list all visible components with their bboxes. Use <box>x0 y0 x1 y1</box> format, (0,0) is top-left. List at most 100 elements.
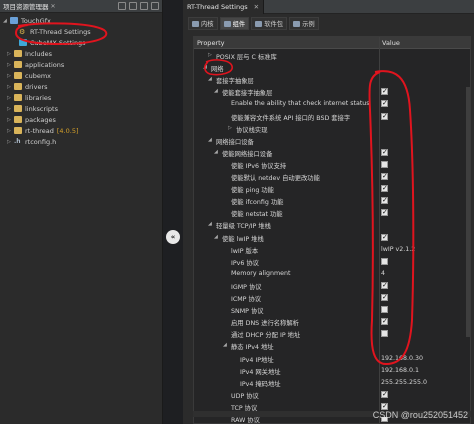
property-value[interactable]: 192.168.0.30 <box>381 355 423 362</box>
table-row[interactable]: IGMP 协议 <box>194 280 470 292</box>
collapse-arrow-icon[interactable]: ◢ <box>208 137 212 143</box>
collapse-all-icon[interactable] <box>118 2 126 10</box>
subtab-examples[interactable]: 示例 <box>289 17 319 30</box>
property-checkbox[interactable] <box>381 306 388 314</box>
table-row[interactable]: 使能默认 netdev 自动更改功能 <box>194 171 470 183</box>
expand-arrow-icon[interactable]: ▷ <box>7 128 14 134</box>
table-row[interactable]: ◢ 使能 lwIP 堆栈 <box>194 232 470 244</box>
table-row[interactable]: 使能兼容文件系统 API 接口的 BSD 套接字 <box>194 111 470 123</box>
property-checkbox[interactable] <box>381 317 388 326</box>
table-row[interactable]: Enable the ability that check internet s… <box>194 98 470 110</box>
expand-arrow-icon[interactable]: ▷ <box>208 52 212 58</box>
close-icon[interactable]: ✕ <box>254 3 259 11</box>
property-checkbox[interactable] <box>381 172 388 180</box>
tree-item-includes[interactable]: ▷ Includes <box>7 48 52 59</box>
tree-item-packages[interactable]: ▷ packages <box>7 114 56 125</box>
tree-item-linkscripts[interactable]: ▷ linkscripts <box>7 103 58 114</box>
table-row[interactable]: ◢ 套接字抽象层 <box>194 74 470 86</box>
table-row[interactable]: ◢ 静态 IPv4 地址 <box>194 340 470 352</box>
collapse-arrow-icon[interactable]: ◢ <box>208 221 212 227</box>
tab-rt-thread-settings[interactable]: RT-Thread Settings ✕ <box>183 0 265 14</box>
tree-item-drivers[interactable]: ▷ drivers <box>7 81 48 92</box>
table-row[interactable]: ◢ 使能网络接口设备 <box>194 147 470 159</box>
table-row[interactable]: ◢ 轻量级 TCP/IP 堆栈 <box>194 219 470 231</box>
tree-item-cubemx-settings[interactable]: CubeMX Settings <box>12 37 86 48</box>
minimize-icon[interactable] <box>151 2 159 10</box>
table-row[interactable]: 使能 ping 功能 <box>194 183 470 195</box>
table-row[interactable]: ICMP 协议 <box>194 292 470 304</box>
property-checkbox[interactable] <box>381 160 388 168</box>
property-checkbox[interactable] <box>381 293 388 301</box>
table-row[interactable]: IPv6 协议 <box>194 256 470 268</box>
table-row[interactable]: IPv4 掩码地址 255.255.255.0 <box>194 377 470 389</box>
property-checkbox[interactable] <box>381 87 388 96</box>
property-value[interactable]: 255.255.255.0 <box>381 379 427 386</box>
table-row[interactable]: ▷ POSIX 层与 C 标准库 <box>194 50 470 62</box>
expand-arrow-icon[interactable]: ▷ <box>7 51 14 57</box>
view-menu-icon[interactable] <box>140 2 148 10</box>
property-checkbox[interactable] <box>381 208 388 217</box>
table-row[interactable]: lwIP 版本 lwIP v2.1.2 <box>194 244 470 256</box>
expand-arrow-icon[interactable]: ▷ <box>7 95 14 101</box>
collapse-arrow-icon[interactable]: ◢ <box>214 149 218 155</box>
expand-arrow-icon[interactable]: ▷ <box>7 62 14 68</box>
table-row[interactable]: 使能 netstat 功能 <box>194 207 470 219</box>
project-node-touchgfx[interactable]: ◢ TouchGfx <box>3 15 51 26</box>
expand-arrow-icon[interactable]: ▷ <box>7 139 14 145</box>
table-row[interactable]: SNMP 协议 <box>194 304 470 316</box>
property-checkbox[interactable] <box>381 233 388 241</box>
table-row[interactable]: 使能 ifconfig 功能 <box>194 195 470 207</box>
property-checkbox[interactable] <box>381 330 388 338</box>
collapse-arrow-icon[interactable]: ◢ <box>203 64 207 70</box>
expand-arrow-icon[interactable]: ◢ <box>3 18 10 24</box>
link-editor-icon[interactable] <box>129 2 137 10</box>
table-row[interactable]: ◢ 网络接口设备 <box>194 135 470 147</box>
table-row[interactable]: 启用 DNS 进行名称解析 <box>194 316 470 328</box>
collapse-arrow-icon[interactable]: ◢ <box>214 88 218 94</box>
table-row[interactable]: 通过 DHCP 分配 IP 地址 <box>194 328 470 340</box>
property-label: POSIX 层与 C 标准库 <box>216 54 277 61</box>
close-icon[interactable]: ✕ <box>51 3 56 10</box>
property-checkbox[interactable] <box>381 112 388 120</box>
property-value[interactable]: lwIP v2.1.2 <box>381 246 415 253</box>
property-value[interactable]: 192.168.0.1 <box>381 367 419 374</box>
tree-item-rtconfig-h[interactable]: ▷ .h rtconfig.h <box>7 136 56 147</box>
tree-item-rt-thread-settings[interactable]: ⚙ RT-Thread Settings <box>12 26 91 37</box>
property-value[interactable]: 4 <box>381 270 385 277</box>
expand-arrow-icon[interactable]: ▷ <box>7 73 14 79</box>
table-row[interactable]: IPv4 网关地址 192.168.0.1 <box>194 365 470 377</box>
subtab-packages[interactable]: 软件包 <box>251 17 288 30</box>
tree-item-rt-thread[interactable]: ▷ rt-thread [4.0.5] <box>7 125 79 136</box>
table-row[interactable]: UDP 协议 <box>194 389 470 401</box>
subtab-components[interactable]: 组件 <box>219 17 250 30</box>
table-row[interactable]: Memory alignment 4 <box>194 268 470 280</box>
collapse-arrow-icon[interactable]: ◢ <box>223 342 227 348</box>
tree-item-libraries[interactable]: ▷ libraries <box>7 92 51 103</box>
expand-arrow-icon[interactable]: ▷ <box>7 106 14 112</box>
property-checkbox[interactable] <box>381 281 388 289</box>
property-checkbox[interactable] <box>381 196 388 205</box>
property-checkbox[interactable] <box>381 148 388 156</box>
table-row[interactable]: 使能 IPv6 协议支持 <box>194 159 470 171</box>
table-row[interactable]: ◢ 使能套接字抽象层 <box>194 86 470 98</box>
expand-arrow-icon[interactable]: ▷ <box>228 125 232 131</box>
property-checkbox[interactable] <box>381 184 388 193</box>
collapse-arrow-icon[interactable]: ◢ <box>214 234 218 240</box>
property-checkbox[interactable] <box>381 257 388 265</box>
collapse-arrow-icon[interactable]: ◢ <box>208 76 212 82</box>
tree-item-cubemx[interactable]: ▷ cubemx <box>7 70 51 81</box>
vertical-scrollbar[interactable] <box>466 87 470 337</box>
tree-item-applications[interactable]: ▷ applications <box>7 59 64 70</box>
table-row[interactable]: ◢ 网络 <box>194 62 470 74</box>
expand-arrow-icon[interactable]: ▷ <box>7 117 14 123</box>
property-checkbox[interactable] <box>381 390 388 398</box>
property-checkbox[interactable] <box>381 99 388 108</box>
collapse-panel-button[interactable]: « <box>166 230 180 244</box>
property-checkbox[interactable] <box>381 402 388 410</box>
folder-icon <box>14 94 22 101</box>
subtab-kernel[interactable]: 内核 <box>188 17 218 30</box>
table-row[interactable]: IPv4 IP地址 192.168.0.30 <box>194 353 470 365</box>
cube-icon <box>19 39 27 46</box>
expand-arrow-icon[interactable]: ▷ <box>7 84 14 90</box>
table-row[interactable]: ▷ 协议栈实现 <box>194 123 470 135</box>
